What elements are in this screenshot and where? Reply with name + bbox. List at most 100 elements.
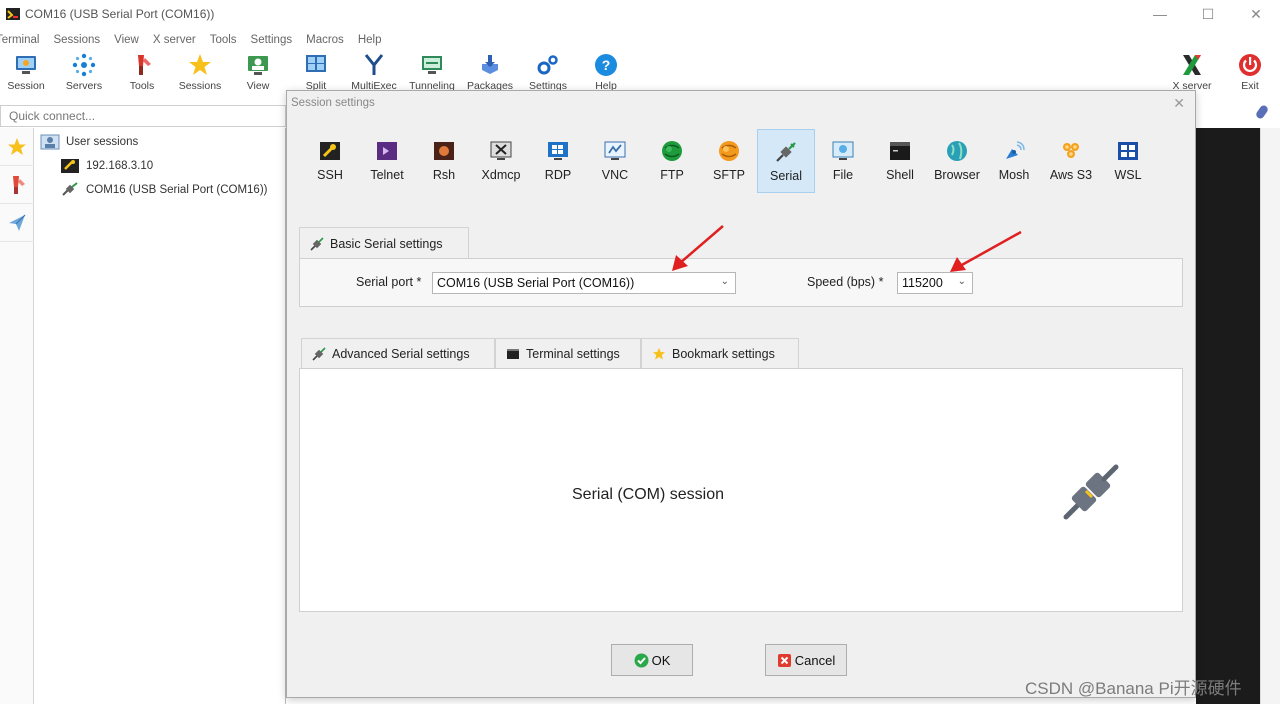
toolbar-session-button[interactable]: Session: [0, 50, 52, 96]
close-button[interactable]: ✕: [1232, 0, 1280, 28]
menu-bar: Terminal Sessions View X server Tools Se…: [0, 30, 388, 50]
dialog-close-icon[interactable]: ✕: [1173, 95, 1185, 112]
menu-view[interactable]: View: [107, 30, 146, 50]
cancel-x-icon: [777, 653, 791, 667]
type-rsh-button[interactable]: Rsh: [415, 129, 473, 193]
tunneling-icon: [422, 56, 442, 74]
split-icon: [306, 55, 326, 72]
cancel-button[interactable]: Cancel: [765, 644, 847, 676]
tools-side-icon: [13, 175, 25, 194]
advanced-settings-panel: Serial (COM) session: [299, 368, 1183, 612]
packages-icon: [482, 55, 498, 74]
menu-terminal[interactable]: Terminal: [0, 30, 46, 50]
toolbar-servers-button[interactable]: Servers: [58, 50, 110, 96]
rdp-icon: [548, 142, 568, 160]
multiexec-icon: [364, 54, 384, 75]
terminal-small-icon: [507, 348, 519, 359]
xserver-icon: [1183, 55, 1201, 75]
tree-item-serial-session[interactable]: COM16 (USB Serial Port (COM16)): [60, 182, 267, 198]
type-browser-button[interactable]: Browser: [928, 129, 986, 193]
serial-plug-small-icon: [312, 346, 326, 361]
type-telnet-button[interactable]: Telnet: [358, 129, 416, 193]
telnet-icon: [377, 142, 397, 160]
vnc-icon: [604, 141, 626, 160]
ftp-globe-icon: [662, 141, 682, 161]
type-ftp-button[interactable]: FTP: [643, 129, 701, 193]
left-sidebar-strip: [0, 128, 34, 704]
session-settings-dialog: Session settings ✕ SSH Telnet Rsh Xdmcp …: [286, 90, 1196, 698]
type-mosh-button[interactable]: Mosh: [985, 129, 1043, 193]
browser-globe-icon: [947, 141, 967, 161]
tree-item-ssh-session[interactable]: 192.168.3.10: [60, 158, 153, 174]
tab-advanced-serial-settings[interactable]: Advanced Serial settings: [301, 338, 495, 368]
terminal-area[interactable]: [1196, 128, 1260, 704]
paper-plane-icon: [9, 214, 26, 231]
view-icon: [248, 56, 268, 75]
menu-help[interactable]: Help: [351, 30, 389, 50]
check-icon: [634, 653, 649, 667]
ok-button[interactable]: OK: [611, 644, 693, 676]
chevron-down-icon: ⌄: [957, 276, 966, 287]
shell-icon: [890, 142, 910, 160]
sessions-tab-button[interactable]: [0, 128, 34, 166]
tools-tab-button[interactable]: [0, 166, 34, 204]
type-rdp-button[interactable]: RDP: [529, 129, 587, 193]
speed-select[interactable]: 115200 ⌄: [897, 272, 973, 294]
quick-connect-input[interactable]: Quick connect...: [0, 105, 286, 127]
tab-basic-serial-settings[interactable]: Basic Serial settings: [299, 227, 469, 259]
power-icon: [1239, 54, 1261, 76]
session-icon: [16, 56, 36, 74]
type-aws-s3-button[interactable]: Aws S3: [1042, 129, 1100, 193]
type-sftp-button[interactable]: SFTP: [700, 129, 758, 193]
menu-macros[interactable]: Macros: [299, 30, 351, 50]
servers-icon: [72, 53, 96, 77]
toolbar-sessions-button[interactable]: Sessions: [174, 50, 226, 96]
rsh-icon: [434, 142, 454, 160]
type-shell-button[interactable]: Shell: [871, 129, 929, 193]
type-vnc-button[interactable]: VNC: [586, 129, 644, 193]
menu-tools[interactable]: Tools: [203, 30, 244, 50]
macros-tab-button[interactable]: [0, 204, 34, 242]
toolbar-exit-button[interactable]: Exit: [1224, 50, 1276, 96]
tab-bookmark-settings[interactable]: Bookmark settings: [641, 338, 799, 368]
help-icon: ?: [595, 54, 617, 76]
type-ssh-button[interactable]: SSH: [301, 129, 359, 193]
serial-port-select[interactable]: COM16 (USB Serial Port (COM16)) ⌄: [432, 272, 736, 294]
serial-port-label: Serial port *: [356, 275, 422, 289]
user-sessions-icon: [40, 134, 60, 150]
type-file-button[interactable]: File: [814, 129, 872, 193]
window-title: COM16 (USB Serial Port (COM16)): [25, 7, 215, 21]
ssh-icon: [320, 142, 340, 160]
xdmcp-icon: [490, 141, 512, 160]
menu-sessions[interactable]: Sessions: [46, 30, 107, 50]
minimize-button[interactable]: —: [1136, 0, 1184, 28]
dialog-title: Session settings: [291, 97, 375, 109]
session-tree: User sessions 192.168.3.10 COM16 (USB Se…: [34, 128, 286, 704]
file-icon: [832, 141, 854, 160]
tab-terminal-settings[interactable]: Terminal settings: [495, 338, 641, 368]
toolbar-tools-button[interactable]: Tools: [116, 50, 168, 96]
tree-root-user-sessions[interactable]: User sessions: [40, 134, 138, 150]
chevron-down-icon: ⌄: [720, 276, 729, 287]
menu-settings[interactable]: Settings: [244, 30, 300, 50]
tools-icon: [138, 55, 151, 75]
sftp-globe-icon: [719, 141, 739, 161]
star-icon: [8, 137, 26, 155]
attach-clip-icon[interactable]: [1252, 102, 1272, 122]
terminal-scrollbar[interactable]: [1260, 128, 1280, 704]
serial-plug-large-icon: [1063, 464, 1119, 520]
ssh-session-icon: [61, 159, 79, 173]
menu-xserver[interactable]: X server: [146, 30, 203, 50]
type-wsl-button[interactable]: WSL: [1099, 129, 1157, 193]
type-serial-button[interactable]: Serial: [757, 129, 815, 193]
settings-icon: [537, 55, 558, 75]
serial-icon: [776, 142, 796, 162]
speed-label: Speed (bps) *: [807, 275, 884, 289]
aws-s3-icon: [1063, 143, 1079, 158]
type-xdmcp-button[interactable]: Xdmcp: [472, 129, 530, 193]
toolbar-view-button[interactable]: View: [232, 50, 284, 96]
basic-serial-panel: Serial port * COM16 (USB Serial Port (CO…: [299, 258, 1183, 307]
maximize-button[interactable]: ☐: [1184, 0, 1232, 28]
session-type-caption: Serial (COM) session: [572, 486, 725, 503]
watermark-text: CSDN @Banana Pi开源硬件: [1025, 679, 1242, 698]
